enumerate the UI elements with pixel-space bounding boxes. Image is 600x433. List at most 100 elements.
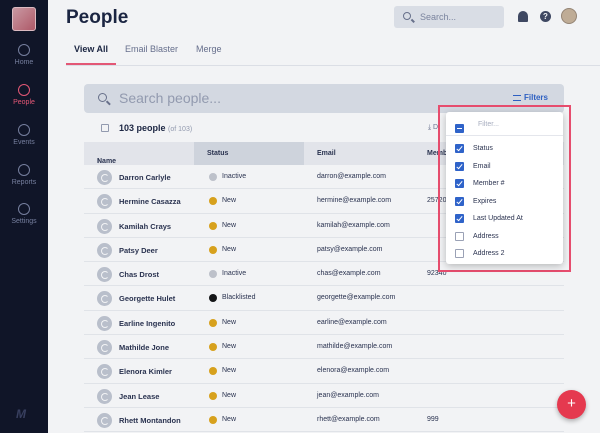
- status-dot: [209, 173, 217, 181]
- checked-checkbox-icon[interactable]: [455, 179, 464, 188]
- tabs-divider: [66, 65, 600, 66]
- sidebar-item-home[interactable]: Home: [0, 44, 48, 66]
- status-dot: [209, 367, 217, 376]
- avatar: [97, 412, 112, 428]
- email-text: chas@example.com: [317, 270, 381, 278]
- help-icon[interactable]: ?: [540, 11, 551, 22]
- dropdown-filter-input[interactable]: Filter...: [478, 121, 499, 128]
- checked-checkbox-icon[interactable]: [455, 144, 464, 153]
- tab-email-blaster[interactable]: Email Blaster: [125, 44, 178, 54]
- sidebar-item-settings[interactable]: Settings: [0, 203, 48, 225]
- person-icon: [18, 84, 30, 96]
- filter-icon: [512, 95, 521, 101]
- table-row[interactable]: Rhett Montandon New rhett@example.com 999: [84, 408, 564, 433]
- people-count-label: 103 people: [119, 123, 166, 133]
- email-text: patsy@example.com: [317, 245, 383, 253]
- avatar: [97, 340, 112, 356]
- filter-option[interactable]: Member #: [446, 175, 563, 192]
- bell-icon[interactable]: [518, 11, 528, 22]
- unchecked-checkbox-icon[interactable]: [455, 232, 464, 241]
- person-name[interactable]: Darron Carlyle: [119, 173, 171, 182]
- status-dot: [209, 391, 217, 400]
- filter-option-label: Status: [473, 145, 493, 152]
- person-name[interactable]: Georgette Hulet: [119, 294, 175, 303]
- status-dot: [209, 294, 217, 303]
- email-text: kamilah@example.com: [317, 221, 390, 229]
- filter-option[interactable]: Status: [446, 140, 563, 157]
- people-search-placeholder: Search people...: [119, 90, 221, 106]
- global-search-placeholder: Search...: [420, 12, 457, 22]
- person-name[interactable]: Hermine Casazza: [119, 197, 181, 206]
- avatar: [97, 364, 112, 380]
- people-count: 103 people (of 103): [119, 123, 192, 133]
- status-text: Inactive: [222, 173, 247, 180]
- person-name[interactable]: Earline Ingenito: [119, 319, 175, 328]
- brand-mark: M: [16, 407, 26, 421]
- checked-checkbox-icon[interactable]: [455, 197, 464, 206]
- add-person-button[interactable]: +: [557, 390, 586, 419]
- filter-option[interactable]: Address: [446, 228, 563, 245]
- person-name[interactable]: Rhett Montandon: [119, 416, 181, 425]
- status-text: New: [222, 367, 237, 375]
- table-row[interactable]: Mathilde Jone New mathilde@example.com: [84, 335, 564, 360]
- column-status[interactable]: Status: [207, 150, 228, 157]
- checked-checkbox-icon[interactable]: [455, 162, 464, 171]
- person-name[interactable]: Jean Lease: [119, 392, 159, 401]
- filter-option-label: Expires: [473, 198, 497, 205]
- person-name[interactable]: Elenora Kimler: [119, 367, 172, 376]
- person-name[interactable]: Chas Drost: [119, 270, 159, 279]
- table-row[interactable]: Earline Ingenito New earline@example.com: [84, 311, 564, 336]
- table-row[interactable]: Elenora Kimler New elenora@example.com: [84, 359, 564, 384]
- filter-option[interactable]: Expires: [446, 193, 563, 210]
- global-search-input[interactable]: Search...: [394, 6, 504, 28]
- status-dot: [209, 221, 217, 230]
- table-row[interactable]: Jean Lease New jean@example.com: [84, 384, 564, 408]
- filter-option-label: Member #: [473, 180, 505, 187]
- person-name[interactable]: Mathilde Jone: [119, 343, 169, 352]
- filter-option-label: Email: [473, 163, 491, 170]
- status-text: New: [222, 343, 237, 351]
- reports-icon: [18, 164, 30, 176]
- filter-option[interactable]: Email: [446, 158, 563, 175]
- sidebar-item-label: Settings: [11, 218, 37, 225]
- download-button[interactable]: ⤓ D: [428, 124, 438, 132]
- search-icon: [98, 93, 107, 102]
- table-row[interactable]: Georgette Hulet Blacklisted georgette@exam…: [84, 286, 564, 311]
- status-text: New: [222, 391, 237, 399]
- sidebar-item-events[interactable]: Events: [0, 124, 48, 146]
- status-dot: [209, 318, 217, 327]
- people-count-total: (of 103): [168, 126, 193, 133]
- filter-option-label: Address 2: [473, 250, 505, 257]
- tab-merge[interactable]: Merge: [196, 44, 222, 54]
- sidebar-item-people[interactable]: People: [0, 84, 48, 106]
- unchecked-checkbox-icon[interactable]: [455, 249, 464, 258]
- avatar: [97, 194, 112, 210]
- sort-arrow-icon: ↑: [97, 158, 101, 165]
- sidebar-item-label: Events: [13, 139, 35, 146]
- avatar: [97, 315, 112, 331]
- member-number: 999: [427, 415, 439, 423]
- dropdown-filter-row: Filter...: [446, 112, 563, 136]
- sidebar-item-reports[interactable]: Reports: [0, 164, 48, 186]
- toggle-all-checkbox[interactable]: [455, 124, 464, 133]
- email-text: georgette@example.com: [317, 294, 396, 302]
- status-dot: [209, 343, 217, 352]
- filter-option-label: Last Updated At: [473, 215, 523, 222]
- filter-option[interactable]: Last Updated At: [446, 210, 563, 227]
- select-all-checkbox[interactable]: [101, 124, 109, 132]
- status-text: New: [222, 415, 237, 423]
- filter-option[interactable]: Address 2: [446, 245, 563, 262]
- person-name[interactable]: Patsy Deer: [119, 246, 158, 255]
- email-text: mathilde@example.com: [317, 343, 393, 351]
- user-avatar[interactable]: [561, 8, 577, 24]
- status-text: New: [222, 221, 237, 229]
- status-text: New: [222, 197, 237, 205]
- person-name[interactable]: Kamilah Crays: [119, 222, 171, 231]
- tab-view-all[interactable]: View All: [74, 44, 108, 54]
- column-email[interactable]: Email: [317, 150, 336, 157]
- org-logo[interactable]: [12, 7, 36, 31]
- filters-button[interactable]: Filters: [512, 93, 548, 102]
- avatar: [97, 170, 112, 185]
- checked-checkbox-icon[interactable]: [455, 214, 464, 223]
- search-icon: [403, 12, 411, 20]
